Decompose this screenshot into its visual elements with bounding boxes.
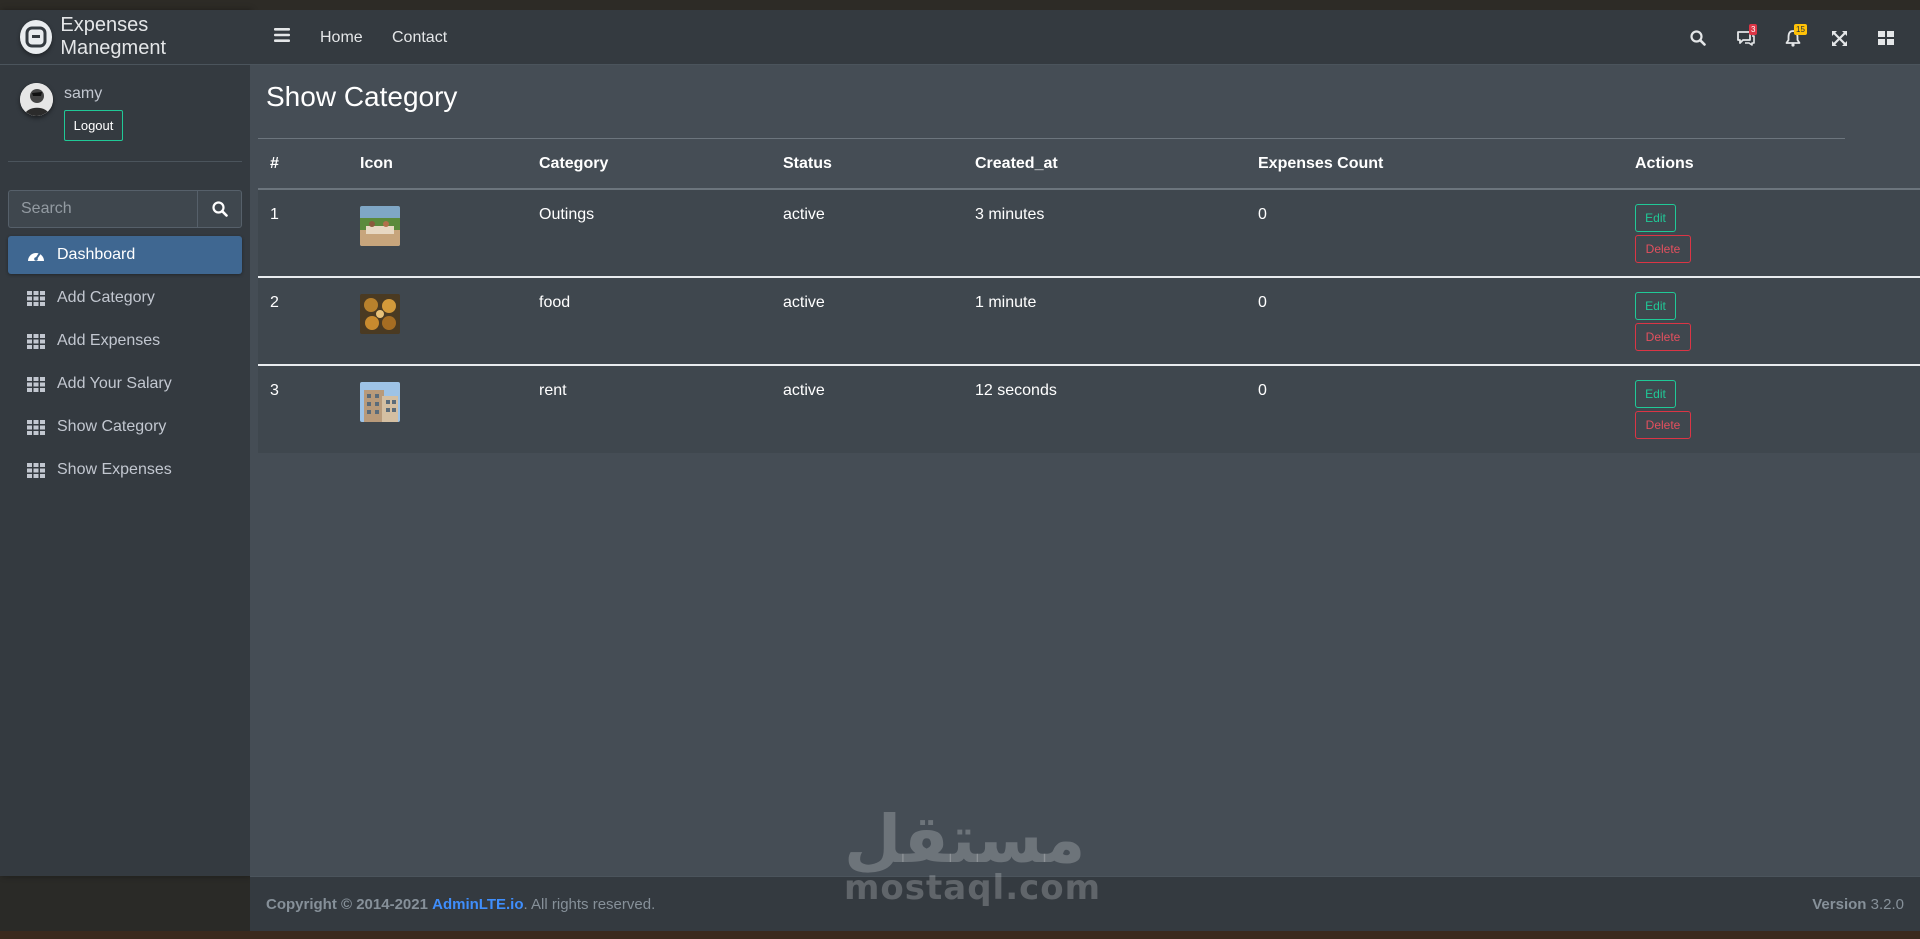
category-thumbnail (360, 294, 400, 334)
sidebar-item-label: Show Category (57, 418, 167, 435)
category-status: active (771, 276, 963, 365)
sidebar-item-label: Add Category (57, 289, 155, 306)
rights-text: . All rights reserved. (523, 896, 656, 913)
nav-link-home[interactable]: Home (320, 29, 363, 47)
edit-button[interactable]: Edit (1635, 292, 1676, 320)
column-header: Actions (1623, 139, 1920, 190)
delete-button[interactable]: Delete (1635, 411, 1691, 439)
sidebar-item-add-expenses[interactable]: Add Expenses (8, 322, 242, 360)
sidebar-item-label: Add Your Salary (57, 375, 172, 392)
row-number: 2 (258, 276, 348, 365)
top-navbar: Home Contact 3 15 (250, 10, 1920, 65)
notifications-icon[interactable]: 15 (1782, 24, 1807, 49)
sidebar-search (8, 190, 242, 228)
table-icon (26, 462, 46, 478)
brand-link[interactable]: Expenses Manegment (0, 10, 250, 65)
sidebar-item-show-category[interactable]: Show Category (8, 408, 242, 446)
tachometer-icon (26, 247, 46, 263)
window-top-strip (0, 0, 1920, 10)
user-name[interactable]: samy (64, 85, 102, 103)
column-header: Expenses Count (1246, 139, 1623, 190)
created-at: 12 seconds (963, 364, 1246, 453)
sidebar-item-add-category[interactable]: Add Category (8, 279, 242, 317)
menu-toggle-icon[interactable] (274, 28, 290, 47)
sidebar-item-label: Show Expenses (57, 461, 172, 478)
row-number: 1 (270, 206, 279, 223)
sidebar-item-label: Add Expenses (57, 332, 161, 349)
category-thumbnail (360, 382, 400, 422)
column-header: Icon (348, 139, 527, 190)
sidebar-item-show-expenses[interactable]: Show Expenses (8, 451, 242, 489)
table-icon (26, 290, 46, 306)
copyright-text: Copyright © 2014-2021 (266, 896, 428, 913)
column-header: Category (527, 139, 771, 190)
category-thumbnail (360, 206, 400, 246)
sidebar-item-dashboard[interactable]: Dashboard (8, 236, 242, 274)
notifications-badge: 15 (1794, 24, 1807, 35)
navbar-search-icon[interactable] (1687, 27, 1709, 49)
sidebar-search-input[interactable] (8, 190, 197, 228)
created-at: 3 minutes (975, 206, 1045, 223)
fullscreen-icon[interactable] (1828, 27, 1850, 49)
sidebar-item-label: Dashboard (57, 246, 136, 263)
delete-button[interactable]: Delete (1635, 323, 1691, 351)
edit-button[interactable]: Edit (1635, 380, 1676, 408)
table-icon (26, 333, 46, 349)
table-row: 2 food active 1 minute 0 Edit Delete (258, 276, 1920, 365)
messages-icon[interactable]: 3 (1735, 24, 1758, 49)
control-sidebar-icon[interactable] (1875, 27, 1897, 49)
content-wrapper: Show Category # Icon Category Status Cre… (250, 65, 1920, 876)
brand-title: Expenses Manegment (60, 14, 167, 59)
category-name: rent (527, 364, 771, 453)
table-icon (26, 376, 46, 392)
footer-copyright: Copyright © 2014-2021 AdminLTE.io. All r… (266, 896, 655, 913)
expenses-count: 0 (1246, 276, 1623, 365)
messages-badge: 3 (1749, 24, 1758, 35)
table-icon (26, 419, 46, 435)
sidebar-nav: Dashboard Add Category Add Expenses Add … (8, 236, 242, 494)
footer: Copyright © 2014-2021 AdminLTE.io. All r… (250, 876, 1920, 931)
page-title: Show Category (266, 81, 458, 112)
table-header-row: # Icon Category Status Created_at Expens… (258, 139, 1920, 190)
category-name: Outings (539, 206, 595, 223)
nav-link-contact[interactable]: Contact (392, 29, 447, 47)
table-row: 3 rent active 12 seconds 0 Edit Delete (258, 364, 1920, 453)
column-header: Created_at (963, 139, 1246, 190)
sidebar-item-add-salary[interactable]: Add Your Salary (8, 365, 242, 403)
adminlte-logo-icon (20, 20, 53, 54)
desktop-taskbar-strip (0, 931, 1920, 939)
delete-button[interactable]: Delete (1635, 235, 1691, 263)
logout-button[interactable]: Logout (64, 110, 123, 141)
category-status: active (771, 364, 963, 453)
created-at: 1 minute (963, 276, 1246, 365)
column-header: # (258, 139, 348, 190)
expenses-count: 0 (1258, 206, 1267, 223)
edit-button[interactable]: Edit (1635, 204, 1676, 232)
adminlte-link[interactable]: AdminLTE.io (432, 896, 523, 913)
expenses-count: 0 (1246, 364, 1623, 453)
category-name: food (527, 276, 771, 365)
version-label: Version (1812, 896, 1867, 913)
version-number: 3.2.0 (1870, 896, 1904, 913)
column-header: Status (771, 139, 963, 190)
category-status: active (783, 206, 825, 223)
category-table: # Icon Category Status Created_at Expens… (258, 139, 1920, 453)
table-row: 1 Outings active 3 minutes 0 Edit Delete (258, 189, 1920, 277)
sidebar: Expenses Manegment samy Logout Search Da… (0, 10, 250, 876)
user-panel: samy Logout (8, 65, 242, 162)
avatar[interactable] (20, 83, 53, 116)
row-number: 3 (258, 364, 348, 453)
footer-version: Version 3.2.0 (1812, 896, 1904, 913)
search-icon (211, 201, 228, 217)
sidebar-search-button[interactable] (197, 190, 242, 228)
